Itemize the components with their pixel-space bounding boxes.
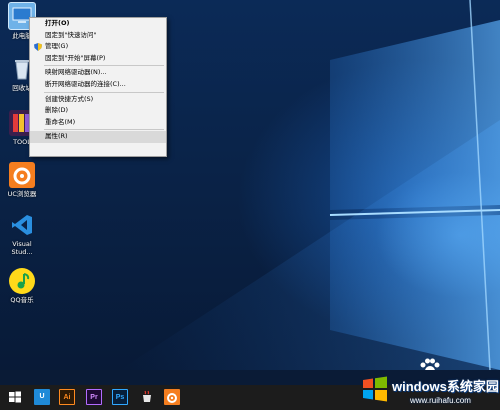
menu-item-pin-start[interactable]: 固定到"开始"屏幕(P) (30, 53, 166, 65)
watermark-url: www.ruihafu.com (410, 396, 471, 405)
menu-item-map-network-drive[interactable]: 映射网络驱动器(N)... (30, 67, 166, 79)
windows-start-icon[interactable] (7, 389, 23, 405)
menu-item-create-shortcut[interactable]: 创建快捷方式(S) (30, 94, 166, 106)
watermark-title: windows系统家园 (392, 379, 499, 394)
menu-item-disconnect-network-drive[interactable]: 断开网络驱动器的连接(C)... (30, 79, 166, 91)
illustrator-icon[interactable]: Ai (59, 389, 75, 405)
menu-separator (44, 65, 164, 67)
premiere-icon[interactable]: Pr (86, 389, 102, 405)
u-app-icon[interactable]: U (34, 389, 50, 405)
uc-browser-icon (9, 162, 35, 188)
qq-music-icon (9, 268, 35, 294)
windows-logo-icon (363, 376, 387, 402)
shield-icon (34, 43, 42, 52)
menu-item-manage[interactable]: 管理(G) (30, 41, 166, 53)
menu-item-open[interactable]: 打开(O) (30, 18, 166, 30)
coffee-app-icon[interactable] (139, 389, 155, 405)
desktop-icon-uc-browser[interactable]: UC浏览器 (2, 162, 42, 198)
menu-item-properties[interactable]: 属性(R) (30, 131, 166, 143)
desktop-icon-visual-studio[interactable]: Visual Stud... (2, 212, 42, 256)
desktop-icon-label: UC浏览器 (7, 190, 37, 198)
desktop-icon-label: Visual Stud... (11, 240, 33, 256)
uc-browser-icon[interactable] (164, 389, 180, 405)
watermark: windows系统家园 www.ruihafu.com (356, 368, 500, 410)
desktop-icon-qq-music[interactable]: QQ音乐 (2, 268, 42, 304)
menu-separator (44, 129, 164, 131)
menu-item-rename[interactable]: 重命名(M) (30, 117, 166, 129)
context-menu: 打开(O) 固定到"快速访问" 管理(G) 固定到"开始"屏幕(P) 映射网络驱… (29, 17, 167, 157)
visual-studio-icon (9, 212, 35, 238)
desktop: 此电脑 回收站 TOOL UC浏览器 Visual Stud... QQ音乐 打… (0, 0, 500, 370)
photoshop-icon[interactable]: Ps (112, 389, 128, 405)
menu-separator (44, 91, 164, 93)
desktop-icon-label: QQ音乐 (10, 296, 34, 304)
menu-item-label: 管理(G) (45, 42, 69, 51)
menu-item-delete[interactable]: 删除(D) (30, 105, 166, 117)
menu-item-pin-quick-access[interactable]: 固定到"快速访问" (30, 30, 166, 42)
